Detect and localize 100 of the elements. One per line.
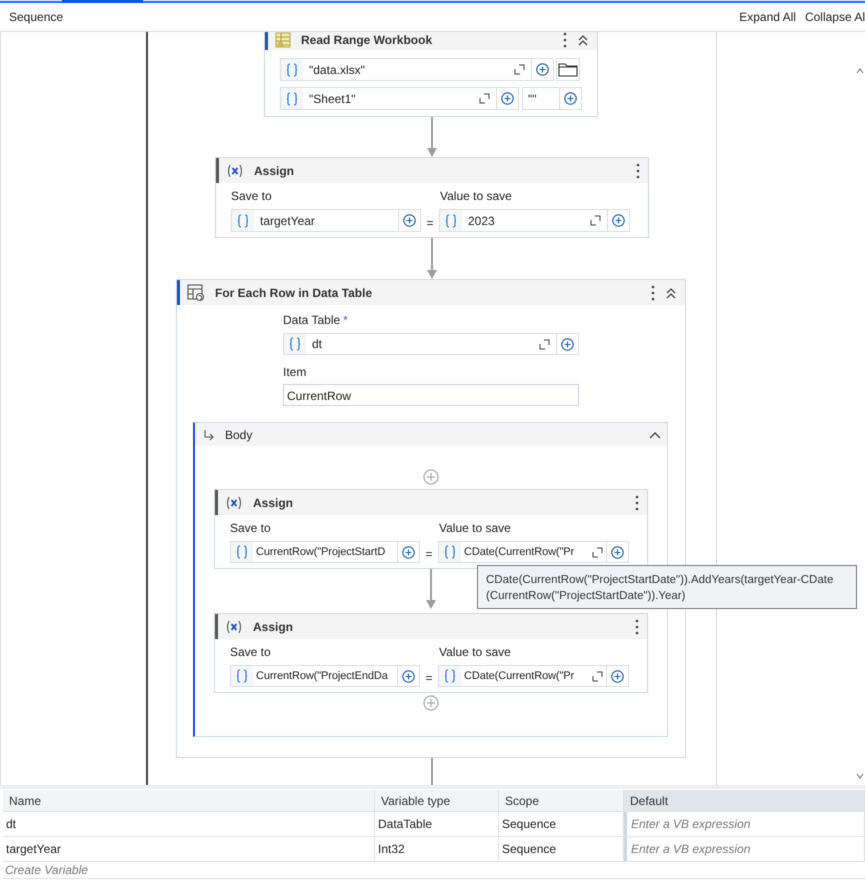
item-field[interactable]: CurrentRow	[283, 384, 579, 406]
braces-icon	[236, 669, 248, 683]
variable-icon	[225, 620, 243, 634]
table-loop-icon	[187, 284, 205, 302]
expand-icon	[479, 93, 490, 104]
expression-field[interactable]: 2023	[439, 209, 608, 232]
more-options-icon[interactable]	[635, 618, 639, 634]
expression-field[interactable]: targetYear	[231, 209, 399, 232]
expression-field[interactable]: CurrentRow("ProjectStartD	[230, 541, 398, 563]
column-header: Name	[3, 790, 375, 811]
expand-icon	[514, 64, 525, 75]
add-button[interactable]	[608, 209, 630, 232]
expression-field[interactable]: CurrentRow("ProjectEndDa	[230, 665, 398, 687]
table-cell: DataTable	[375, 812, 499, 836]
add-button[interactable]	[497, 87, 519, 110]
activity-title: Assign	[253, 620, 294, 634]
plus-icon	[402, 546, 415, 558]
branch-arrow-icon	[203, 428, 215, 440]
tooltip: CDate(CurrentRow("ProjectStartDate")).AddYears(targetYear-CDate (CurrentRow("ProjectStartDate")).Year)	[477, 565, 857, 609]
required-mark: *	[343, 313, 348, 327]
expression-field[interactable]: "data.xlsx"	[280, 58, 532, 81]
column-header: Variable type	[375, 790, 499, 811]
folder-icon	[558, 62, 578, 77]
equals-sign: =	[424, 546, 434, 561]
header-link[interactable]: Collapse Al	[804, 10, 865, 24]
scroll-up-icon[interactable]	[856, 68, 864, 74]
equals-sign: =	[425, 214, 434, 230]
activity-card[interactable]: Assign Save to Value to save targetYear = 2023	[215, 157, 649, 238]
expression-field[interactable]: CDate(CurrentRow("Pr	[438, 665, 607, 687]
field-label: Value to save	[439, 521, 511, 535]
activity-title: Assign	[254, 164, 294, 178]
plus-icon	[564, 92, 577, 105]
braces-icon	[286, 62, 298, 76]
more-options-icon[interactable]	[636, 162, 640, 178]
plus-icon	[611, 546, 624, 558]
field-label: Save to	[230, 521, 272, 535]
expand-icon	[592, 670, 603, 682]
activity-card[interactable]: Read Range Workbook "data.xlsx" "Sheet1" ""	[264, 32, 598, 117]
activity-card[interactable]: Assign Save to Value to save CurrentRow("ProjectStartD = CDate(CurrentRow("Pr	[214, 489, 648, 569]
plus-icon	[501, 92, 514, 105]
collapse-icon[interactable]	[649, 430, 661, 438]
variable-icon	[225, 496, 243, 510]
braces-icon	[289, 337, 301, 351]
plus-icon	[402, 670, 415, 682]
add-button[interactable]	[557, 333, 579, 355]
expand-icon	[592, 546, 603, 558]
table-cell: Int32	[375, 837, 499, 861]
add-button[interactable]	[607, 541, 629, 563]
field-label: Save to	[231, 189, 273, 203]
plus-icon	[403, 214, 416, 227]
braces-icon	[444, 545, 456, 559]
activity-title: Read Range Workbook	[301, 32, 432, 46]
add-button[interactable]	[398, 665, 420, 687]
braces-icon	[286, 92, 298, 106]
expand-icon	[539, 338, 550, 350]
connector-arrow	[426, 238, 438, 279]
table-cell: dt	[3, 812, 375, 836]
add-button[interactable]	[607, 665, 629, 687]
field-label: Data Table	[283, 313, 340, 327]
plus-icon	[612, 214, 625, 227]
activity-title: For Each Row in Data Table	[215, 286, 372, 300]
add-button[interactable]	[398, 541, 420, 563]
add-button[interactable]	[399, 209, 421, 232]
braces-icon	[236, 545, 248, 559]
expression-field[interactable]: dt	[283, 333, 557, 355]
range-field[interactable]: ""	[522, 87, 560, 110]
plus-icon	[611, 670, 624, 682]
collapse-icon[interactable]	[577, 34, 589, 46]
more-options-icon[interactable]	[563, 32, 567, 48]
column-header: Default	[624, 790, 865, 811]
braces-icon	[444, 669, 456, 683]
table-cell: targetYear	[3, 837, 375, 861]
expression-field[interactable]: CDate(CurrentRow("Pr	[438, 541, 607, 563]
variable-icon	[226, 164, 244, 178]
expand-icon	[590, 215, 601, 226]
braces-icon	[445, 214, 457, 228]
activity-title: Assign	[253, 496, 294, 510]
browse-button[interactable]	[556, 58, 580, 81]
scroll-down-icon[interactable]	[856, 773, 864, 779]
activity-card[interactable]: Assign Save to Value to save CurrentRow("ProjectEndDa = CDate(CurrentRow("Pr	[214, 613, 648, 693]
field-label: Value to save	[440, 189, 512, 203]
equals-sign: =	[424, 670, 434, 685]
plus-icon	[536, 63, 549, 76]
more-options-icon[interactable]	[635, 494, 639, 510]
braces-icon	[237, 214, 249, 228]
connector-arrow	[426, 117, 438, 157]
field-label: Value to save	[439, 645, 511, 659]
collapse-icon[interactable]	[665, 286, 677, 298]
more-options-icon[interactable]	[651, 284, 655, 300]
add-button[interactable]	[532, 58, 554, 81]
expression-field[interactable]: "Sheet1"	[280, 87, 497, 110]
add-button[interactable]	[560, 87, 582, 110]
body-title: Body	[225, 428, 252, 442]
plus-icon	[561, 338, 574, 350]
header-link[interactable]: Expand All	[739, 10, 796, 24]
spreadsheet-icon	[275, 32, 291, 48]
connector-arrow	[425, 569, 437, 609]
field-label: Save to	[230, 645, 272, 659]
breadcrumb-title: Sequence	[9, 10, 64, 24]
field-label: Item	[283, 365, 308, 379]
